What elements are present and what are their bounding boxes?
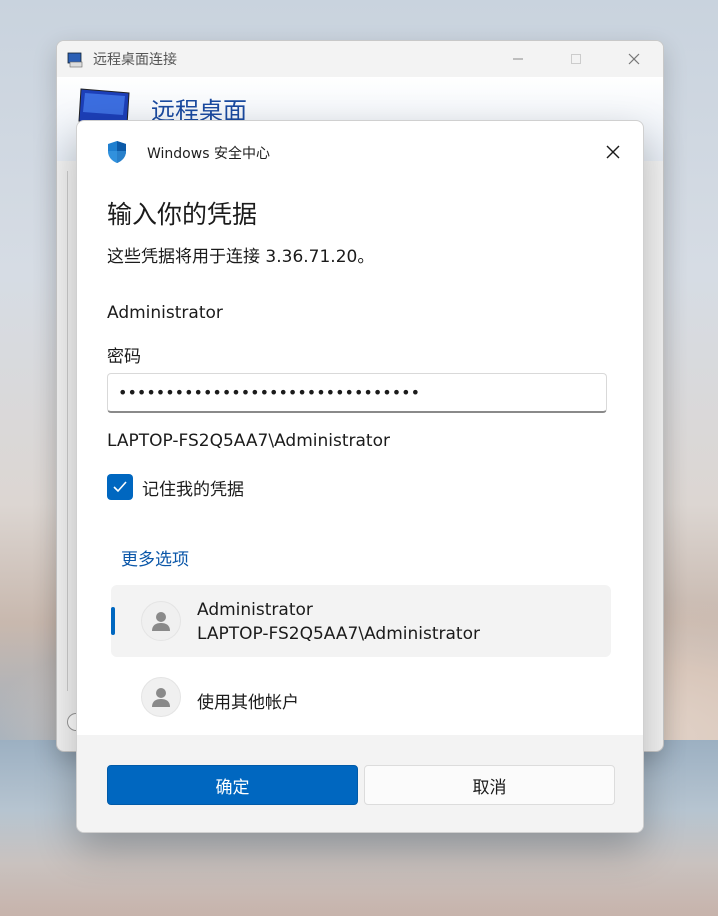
rdp-titlebar[interactable]: 远程桌面连接 bbox=[57, 41, 663, 77]
checkmark-icon bbox=[113, 481, 127, 493]
user-avatar-icon bbox=[141, 601, 181, 641]
password-label: 密码 bbox=[107, 347, 141, 367]
account-option-other[interactable]: 使用其他帐户 bbox=[111, 661, 611, 733]
dialog-subtext: 这些凭据将用于连接 3.36.71.20。 bbox=[107, 247, 375, 267]
password-field[interactable] bbox=[107, 373, 607, 413]
account-option-administrator[interactable]: Administrator LAPTOP-FS2Q5AA7\Administra… bbox=[111, 585, 611, 657]
shield-icon bbox=[108, 141, 126, 163]
window-close-button[interactable] bbox=[605, 41, 663, 77]
cancel-button[interactable]: 取消 bbox=[364, 765, 615, 805]
dialog-heading: 输入你的凭据 bbox=[107, 200, 258, 229]
dialog-header: Windows 安全中心 bbox=[77, 121, 643, 181]
account-option-domain: LAPTOP-FS2Q5AA7\Administrator bbox=[197, 624, 480, 644]
more-options-link[interactable]: 更多选项 bbox=[121, 545, 189, 570]
close-icon bbox=[606, 145, 620, 159]
account-domain-text: LAPTOP-FS2Q5AA7\Administrator bbox=[107, 431, 390, 451]
checkbox-checked[interactable] bbox=[107, 474, 133, 500]
rdp-window-title: 远程桌面连接 bbox=[93, 52, 177, 68]
rdp-app-icon bbox=[67, 52, 83, 68]
user-avatar-icon bbox=[141, 677, 181, 717]
account-option-name: Administrator bbox=[197, 600, 313, 620]
remember-credentials-label: 记住我的凭据 bbox=[142, 479, 244, 500]
dialog-close-button[interactable] bbox=[597, 137, 629, 167]
dialog-footer: 确定 取消 bbox=[77, 735, 643, 832]
remember-credentials-checkbox[interactable]: 记住我的凭据 bbox=[107, 474, 244, 500]
ok-button[interactable]: 确定 bbox=[107, 765, 358, 805]
maximize-button[interactable] bbox=[547, 41, 605, 77]
minimize-icon bbox=[513, 58, 523, 60]
minimize-button[interactable] bbox=[489, 41, 547, 77]
maximize-icon bbox=[571, 54, 581, 64]
account-option-name: 使用其他帐户 bbox=[197, 693, 299, 713]
close-icon bbox=[628, 53, 640, 65]
person-icon bbox=[152, 688, 170, 707]
credential-dialog: Windows 安全中心 输入你的凭据 这些凭据将用于连接 3.36.71.20… bbox=[76, 120, 644, 833]
selection-indicator bbox=[111, 607, 115, 635]
dialog-header-title: Windows 安全中心 bbox=[147, 146, 270, 162]
username-text: Administrator bbox=[107, 303, 223, 323]
person-icon bbox=[152, 612, 170, 631]
